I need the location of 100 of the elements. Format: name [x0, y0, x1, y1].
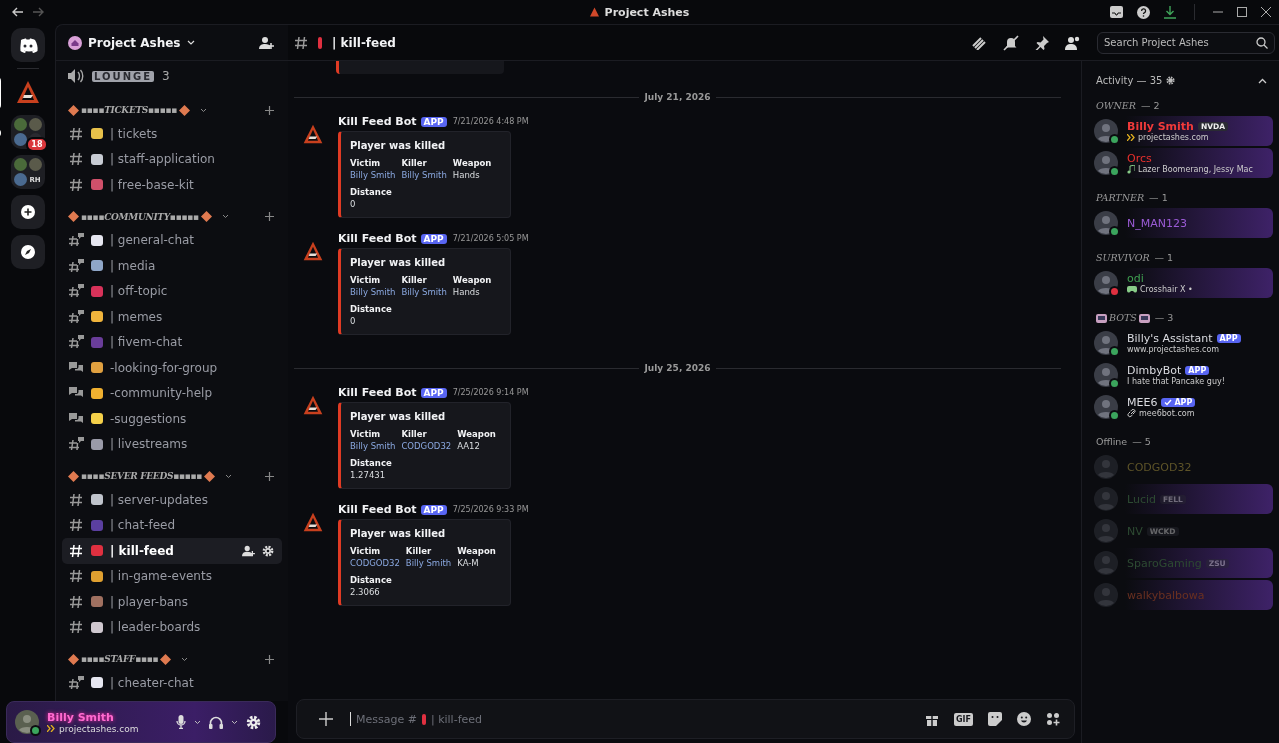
plus-icon[interactable] [265, 471, 274, 481]
channel-item[interactable]: | in-game-events [62, 563, 282, 589]
search-field[interactable]: Search Project Ashes [1097, 31, 1275, 54]
member-name: N_MAN123 [1127, 216, 1187, 230]
member-name: walkybalbowa [1127, 588, 1205, 602]
channel-item[interactable]: | kill-feed [62, 538, 282, 564]
category-name[interactable]: ▪▪▪▪SEVER FEEDS▪▪▪▪▪ [81, 471, 203, 481]
invite-people-icon[interactable] [242, 544, 255, 557]
embed-title: Player was killed [350, 528, 447, 539]
help-icon[interactable] [1137, 5, 1150, 19]
channel-title: | kill-feed [332, 35, 396, 50]
bot-avatar[interactable] [302, 511, 324, 533]
field-value: KA-M [457, 558, 480, 568]
hash-icon [294, 35, 308, 50]
emoji-icon[interactable] [1017, 712, 1031, 726]
pin-icon[interactable] [1035, 35, 1049, 50]
field-name: Killer [401, 275, 428, 285]
inbox-icon[interactable] [1110, 6, 1123, 18]
author-name[interactable]: Kill Feed Bot [338, 503, 417, 516]
back-arrow-icon[interactable] [12, 7, 24, 17]
channel-item[interactable]: -community-help [62, 380, 282, 406]
channel-item[interactable]: -looking-for-group [62, 355, 282, 381]
author-name[interactable]: Kill Feed Bot [338, 386, 417, 399]
channel-item[interactable]: | livestreams [62, 431, 282, 457]
channel-item[interactable]: | leader-boards [62, 614, 282, 640]
plus-icon[interactable] [265, 105, 274, 115]
speaker-icon [68, 69, 84, 83]
message-composer[interactable]: Message # | kill-feed GIF [296, 699, 1075, 739]
field-name: Distance [350, 304, 393, 314]
player-link[interactable]: Billy Smith [401, 287, 447, 297]
player-link[interactable]: Billy Smith [401, 170, 447, 180]
hash-icon [68, 569, 84, 584]
close-icon[interactable] [1261, 7, 1271, 17]
threads-icon[interactable] [971, 35, 987, 50]
home-button[interactable] [10, 28, 45, 62]
settings-icon[interactable] [1166, 76, 1176, 85]
hash-thread-icon [68, 284, 84, 299]
apps-icon[interactable] [1046, 712, 1060, 726]
chevron-up-icon[interactable] [1258, 77, 1267, 84]
members-icon[interactable] [1065, 35, 1081, 50]
member-avatar [1094, 271, 1118, 295]
member-item[interactable]: MEE6 APP mee6bot.com [1088, 392, 1273, 422]
category-name[interactable]: ▪▪▪▪TICKETS▪▪▪▪▪ [81, 105, 178, 115]
channel-item[interactable]: | server-updates [62, 487, 282, 513]
player-link[interactable]: CODGOD32 [350, 558, 400, 568]
forward-arrow-icon[interactable] [32, 7, 44, 17]
chevron-down-icon[interactable] [231, 719, 238, 725]
channel-item[interactable]: | tickets [62, 121, 282, 147]
maximize-icon[interactable] [1237, 7, 1247, 17]
add-server-button[interactable] [10, 195, 45, 229]
channel-item[interactable]: | memes [62, 304, 282, 330]
voice-channel-name[interactable]: LOUNGE [92, 70, 155, 82]
author-name[interactable]: Kill Feed Bot [338, 232, 417, 245]
hash-icon [68, 594, 84, 609]
channel-item[interactable]: -suggestions [62, 406, 282, 432]
plus-icon[interactable] [265, 654, 274, 664]
player-link[interactable]: Billy Smith [405, 558, 452, 568]
bot-avatar[interactable] [302, 240, 324, 262]
member-item[interactable]: DimbyBot APP I hate that Pancake guy! [1088, 360, 1273, 390]
category-name[interactable]: ▪▪▪▪STAFF▪▪▪▪ [81, 654, 159, 664]
channel-item[interactable]: | player-bans [62, 589, 282, 615]
discover-button[interactable] [10, 235, 45, 269]
channel-item[interactable]: | chat-feed [62, 512, 282, 538]
group-title: Offline [1096, 435, 1128, 447]
compass-icon [20, 245, 35, 259]
player-link[interactable]: Billy Smith [350, 441, 396, 451]
plus-icon[interactable] [319, 712, 333, 726]
channel-item[interactable]: | fivem-chat [62, 329, 282, 355]
channel-name: | livestreams [110, 437, 188, 452]
player-link[interactable]: Billy Smith [350, 287, 396, 297]
microphone-icon[interactable] [176, 715, 186, 729]
bot-avatar[interactable] [302, 394, 324, 416]
chevron-down-icon[interactable] [194, 719, 201, 725]
channel-item[interactable]: | cheater-chat [62, 670, 282, 696]
player-link[interactable]: Billy Smith [350, 170, 396, 180]
server-folder[interactable]: 18 [10, 115, 45, 149]
channel-item[interactable]: | staff-application [62, 146, 282, 172]
author-name[interactable]: Kill Feed Bot [338, 115, 417, 128]
channel-item[interactable]: | media [62, 253, 282, 279]
sticker-icon[interactable] [988, 712, 1002, 726]
server-name[interactable]: Project Ashes [88, 35, 181, 50]
player-link[interactable]: CODGOD32 [401, 441, 452, 451]
headphones-icon[interactable] [209, 715, 223, 729]
channel-item[interactable]: | off-topic [62, 278, 282, 304]
chevrons-icon [1127, 134, 1135, 141]
settings-icon[interactable] [262, 544, 274, 557]
member-item[interactable]: Billy's Assistant APP www.projectashes.com [1088, 328, 1273, 358]
user-avatar[interactable] [15, 710, 39, 734]
member-name: MEE6 [1127, 396, 1158, 409]
muted-bell-icon[interactable] [1003, 34, 1019, 51]
gif-button[interactable]: GIF [954, 712, 973, 726]
bot-avatar[interactable] [302, 123, 324, 145]
download-icon[interactable] [1164, 5, 1176, 19]
channel-item[interactable]: | general-chat [62, 227, 282, 253]
category-name[interactable]: ▪▪▪▪COMMUNITY▪▪▪▪▪ [81, 211, 199, 222]
channel-name: | fivem-chat [110, 335, 183, 350]
invite-people-icon[interactable] [259, 35, 274, 50]
group-count: — 2 [1140, 99, 1160, 111]
channel-item[interactable]: | free-base-kit [62, 172, 282, 198]
plus-icon[interactable] [265, 212, 274, 221]
